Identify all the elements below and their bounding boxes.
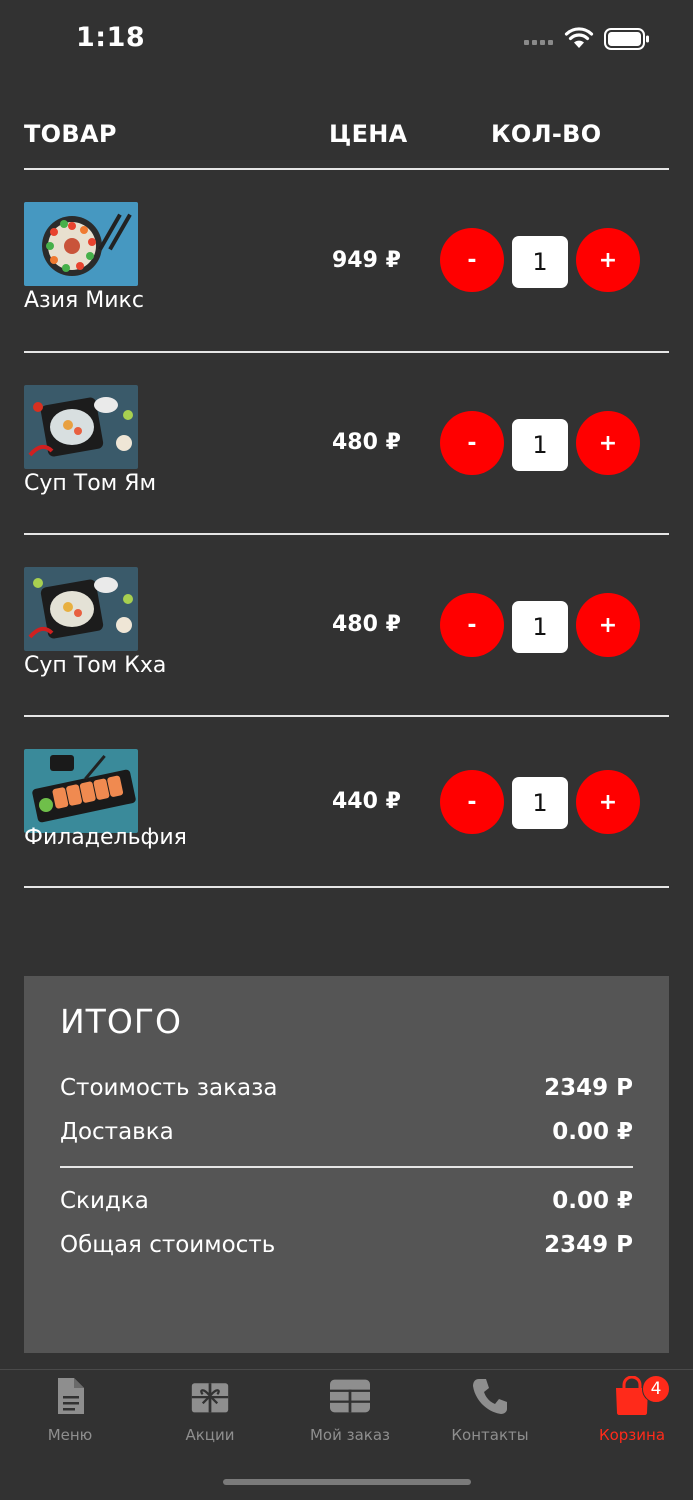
decrease-quantity-button[interactable]: - <box>440 770 504 834</box>
document-icon <box>58 1378 84 1414</box>
increase-quantity-button[interactable]: + <box>576 770 640 834</box>
soup-image[interactable] <box>24 567 138 651</box>
status-bar: 1:18 <box>0 0 693 80</box>
item-price: 480 ₽ <box>332 612 401 637</box>
cart-count-badge: 4 <box>642 1375 670 1403</box>
item-price: 480 ₽ <box>332 430 401 455</box>
total-cost-label: Общая стоимость <box>60 1232 276 1258</box>
header-product: ТОВАР <box>24 120 117 148</box>
rolls-image[interactable] <box>24 749 138 833</box>
summary-divider <box>60 1166 633 1168</box>
tab-cart[interactable]: 4 Корзина <box>567 1375 693 1444</box>
item-name: Суп Том Ям <box>24 471 157 496</box>
item-price: 440 ₽ <box>332 789 401 814</box>
delivery-value: 0.00 ₽ <box>552 1119 633 1145</box>
increase-quantity-button[interactable]: + <box>576 228 640 292</box>
summary-title: ИТОГО <box>60 1002 182 1041</box>
sushi-set-image[interactable] <box>24 202 138 286</box>
quantity-field[interactable]: 1 <box>512 777 568 829</box>
decrease-quantity-button[interactable]: - <box>440 228 504 292</box>
decrease-quantity-button[interactable]: - <box>440 411 504 475</box>
tab-menu[interactable]: Меню <box>5 1376 135 1444</box>
battery-icon <box>604 28 649 50</box>
item-name: Азия Микс <box>24 288 144 313</box>
quantity-field[interactable]: 1 <box>512 601 568 653</box>
cart-item-row: Азия Микс 949 ₽ - 1 + <box>24 170 669 353</box>
wifi-icon <box>564 27 594 48</box>
increase-quantity-button[interactable]: + <box>576 411 640 475</box>
item-price: 949 ₽ <box>332 248 401 273</box>
item-name: Суп Том Кха <box>24 653 167 678</box>
gift-icon <box>191 1383 229 1413</box>
soup-image[interactable] <box>24 385 138 469</box>
cart-item-row: Суп Том Кха 480 ₽ - 1 + <box>24 535 669 717</box>
quantity-field[interactable]: 1 <box>512 236 568 288</box>
header-quantity: КОЛ-ВО <box>491 120 602 148</box>
cart-item-row: Филадельфия 440 ₽ - 1 + <box>24 717 669 888</box>
discount-label: Скидка <box>60 1188 149 1214</box>
order-summary-panel: ИТОГО Стоимость заказа 2349 Р Доставка 0… <box>24 976 669 1353</box>
tab-contacts[interactable]: Контакты <box>425 1376 555 1444</box>
phone-icon <box>473 1379 507 1414</box>
tab-my-order[interactable]: Мой заказ <box>285 1376 415 1444</box>
total-cost-value: 2349 Р <box>544 1232 633 1258</box>
home-indicator[interactable] <box>223 1479 471 1485</box>
delivery-label: Доставка <box>60 1119 174 1145</box>
decrease-quantity-button[interactable]: - <box>440 593 504 657</box>
tab-promotions[interactable]: Акции <box>145 1376 275 1444</box>
increase-quantity-button[interactable]: + <box>576 593 640 657</box>
tab-contacts-label: Контакты <box>451 1426 529 1444</box>
status-time: 1:18 <box>76 22 146 53</box>
tab-promotions-label: Акции <box>185 1426 235 1444</box>
cart-item-row: Суп Том Ям 480 ₽ - 1 + <box>24 353 669 535</box>
tab-menu-label: Меню <box>47 1426 93 1444</box>
order-cost-label: Стоимость заказа <box>60 1075 278 1101</box>
header-price: ЦЕНА <box>329 120 408 148</box>
bottom-tab-bar: Меню Акции Мой заказ Контакты 4 Корзина <box>0 1369 693 1500</box>
tab-my-order-label: Мой заказ <box>309 1426 391 1444</box>
grid-icon <box>330 1379 370 1413</box>
discount-value: 0.00 ₽ <box>552 1188 633 1214</box>
cart-table-header: ТОВАР ЦЕНА КОЛ-ВО <box>24 120 669 170</box>
cellular-signal-icon <box>524 40 553 45</box>
order-cost-value: 2349 Р <box>544 1075 633 1101</box>
tab-cart-label: Корзина <box>598 1426 666 1444</box>
quantity-field[interactable]: 1 <box>512 419 568 471</box>
item-name: Филадельфия <box>24 825 187 850</box>
